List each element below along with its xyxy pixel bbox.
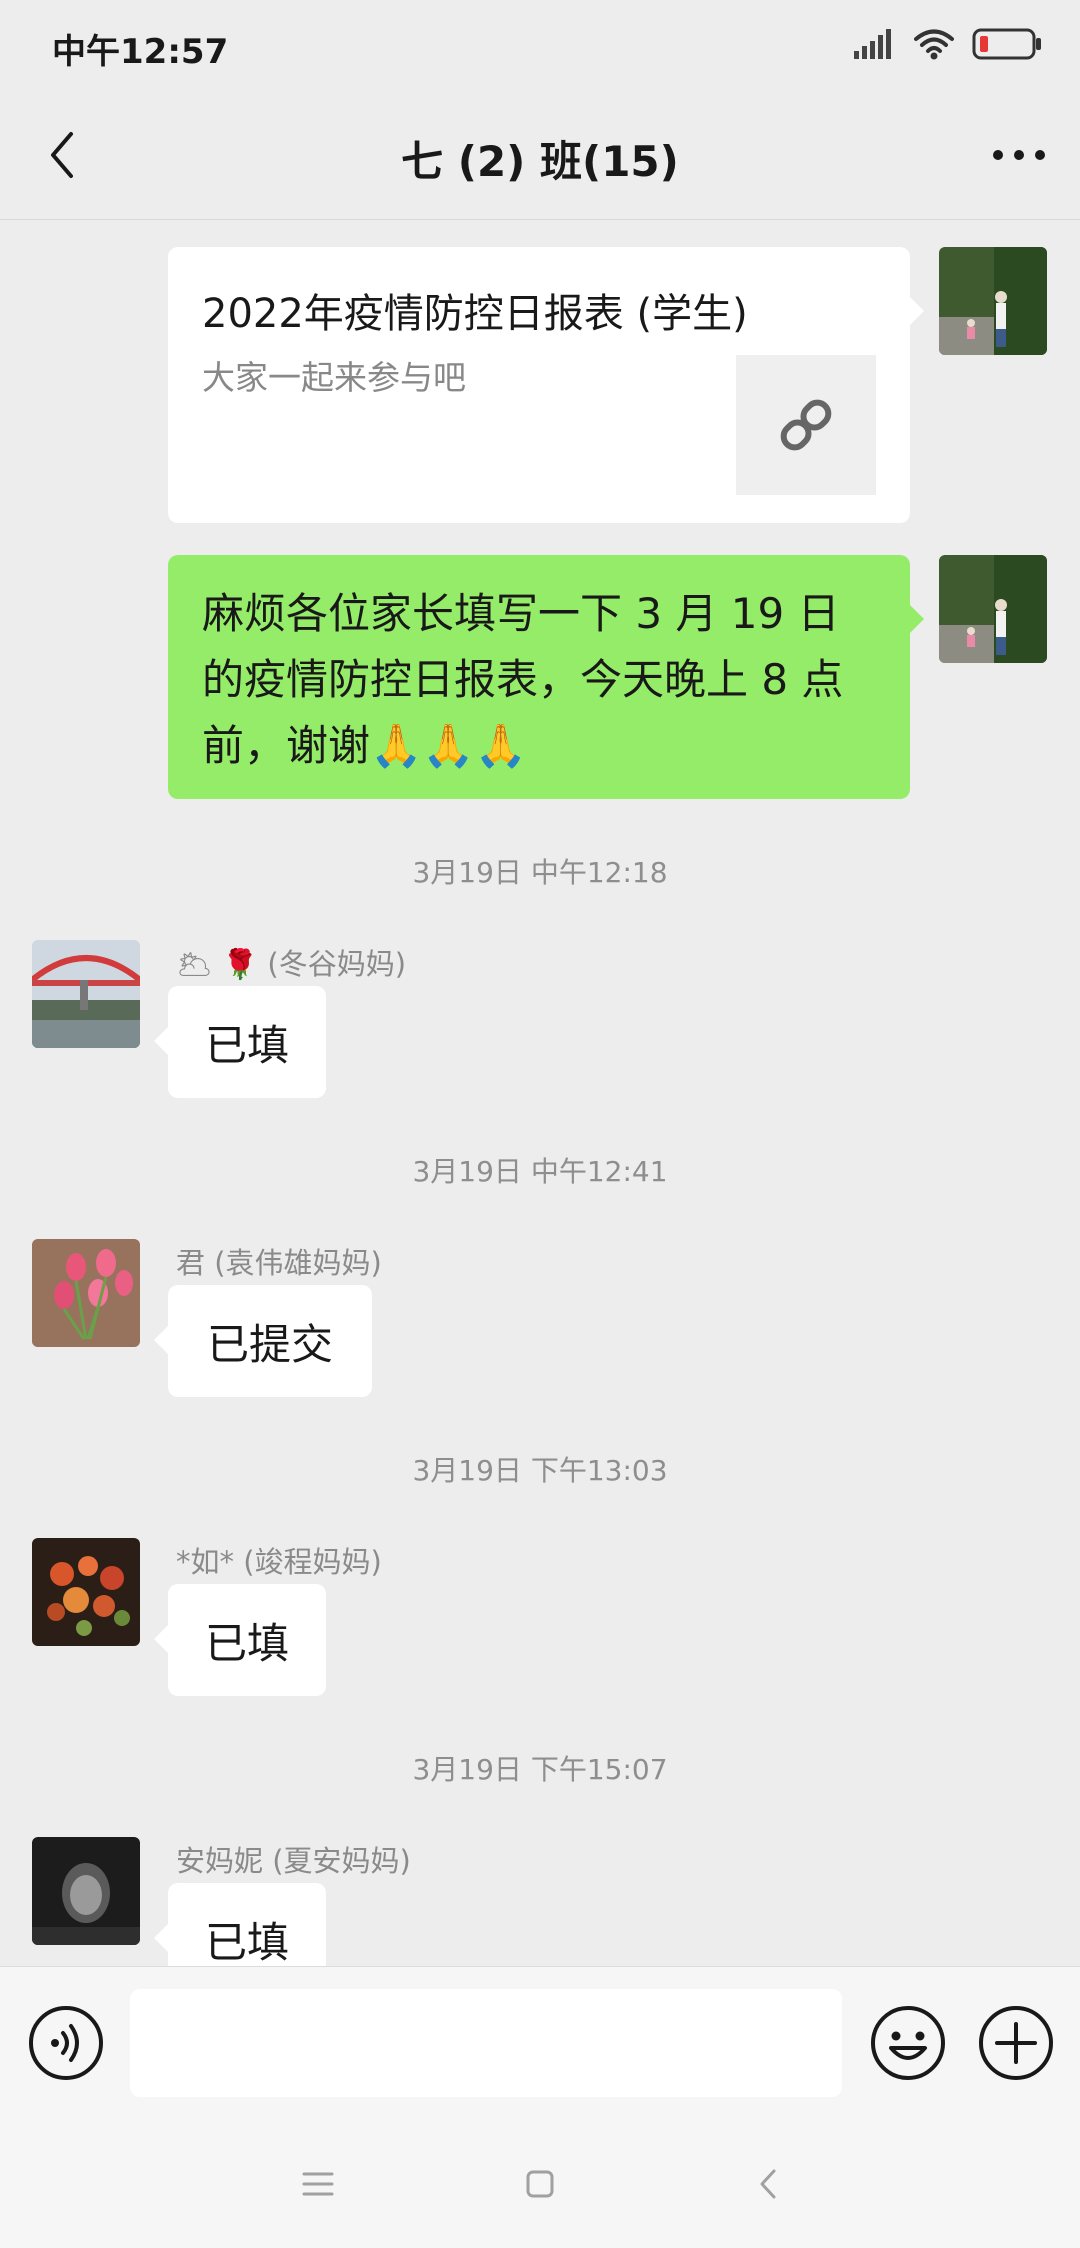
- voice-icon: [29, 2006, 103, 2080]
- timestamp: 3月19日 下午15:07: [412, 1753, 668, 1786]
- bubble-tail: [154, 1924, 168, 1952]
- home-icon: [526, 2170, 554, 2198]
- pray-emoji-icon: 🙏🙏🙏: [370, 721, 527, 770]
- chat-messages[interactable]: 2022年疫情防控日报表 (学生) 大家一起来参与吧 麻烦各位家长填写一下 3 …: [0, 221, 1080, 1966]
- input-bar: [0, 1966, 1080, 2118]
- reply-bubble[interactable]: 已提交: [168, 1285, 372, 1397]
- sender-name: 君 (袁伟雄妈妈): [176, 1246, 382, 1280]
- link-card-title: 2022年疫情防控日报表 (学生): [202, 291, 748, 337]
- battery-icon: [972, 27, 1042, 65]
- message-line: 前，谢谢🙏🙏🙏: [202, 721, 527, 770]
- own-avatar[interactable]: [939, 555, 1047, 663]
- sender-name: 安妈妮 (夏安妈妈): [176, 1844, 411, 1878]
- message-text: 已提交: [206, 1319, 333, 1369]
- link-icon: [780, 399, 832, 451]
- more-icon: [993, 150, 1045, 160]
- bubble-tail: [154, 1625, 168, 1653]
- status-bar: 中午12:57: [0, 0, 1080, 90]
- message-line: 麻烦各位家长填写一下 3 月 19 日: [202, 589, 840, 638]
- bubble-tail: [910, 605, 924, 633]
- message-input[interactable]: [130, 1989, 842, 2097]
- chat-title: 七 (2) 班(15): [401, 137, 679, 186]
- timestamp: 3月19日 中午12:41: [412, 1155, 668, 1188]
- message-line: 的疫情防控日报表，今天晚上 8 点: [202, 655, 844, 704]
- member-avatar[interactable]: [32, 940, 140, 1048]
- member-avatar[interactable]: [32, 1239, 140, 1347]
- member-avatar[interactable]: [32, 1837, 140, 1945]
- chat-header: 七 (2) 班(15): [0, 90, 1080, 220]
- plus-circle-icon: [979, 2006, 1053, 2080]
- status-icons: [854, 26, 1042, 66]
- link-card[interactable]: 2022年疫情防控日报表 (学生) 大家一起来参与吧: [168, 247, 910, 523]
- member-avatar[interactable]: [32, 1538, 140, 1646]
- bubble-tail: [154, 1027, 168, 1055]
- message-text: 已填: [204, 1917, 289, 1967]
- reply-bubble[interactable]: 已填: [168, 986, 326, 1098]
- system-navigation-bar: [0, 2118, 1080, 2248]
- status-time: 中午12:57: [52, 32, 229, 72]
- smiley-icon: [871, 2006, 945, 2080]
- message-text: 已填: [204, 1020, 289, 1070]
- reply-bubble[interactable]: 已填: [168, 1584, 326, 1696]
- timestamp: 3月19日 下午13:03: [412, 1454, 668, 1487]
- more-button[interactable]: [984, 120, 1054, 190]
- add-button[interactable]: [974, 2001, 1058, 2085]
- wifi-icon: [914, 28, 954, 64]
- weather-rose-icon: 🌥 🌹: [176, 947, 259, 981]
- own-avatar[interactable]: [939, 247, 1047, 355]
- emoji-button[interactable]: [866, 2001, 950, 2085]
- menu-icon: [302, 2172, 334, 2196]
- menu-button[interactable]: [288, 2154, 348, 2214]
- timestamp: 3月19日 中午12:18: [412, 856, 668, 889]
- system-back-button[interactable]: [738, 2154, 798, 2214]
- bubble-tail: [154, 1326, 168, 1354]
- sender-name: 🌥 🌹 (冬谷妈妈): [176, 947, 407, 981]
- message-text: 已填: [204, 1618, 289, 1668]
- own-message-bubble[interactable]: 麻烦各位家长填写一下 3 月 19 日 的疫情防控日报表，今天晚上 8 点 前，…: [168, 555, 910, 799]
- sender-name: *如* (竣程妈妈): [176, 1545, 382, 1579]
- link-thumbnail: [736, 355, 876, 495]
- back-icon: [760, 2169, 776, 2199]
- home-button[interactable]: [510, 2154, 570, 2214]
- bubble-tail: [910, 297, 924, 325]
- voice-button[interactable]: [24, 2001, 108, 2085]
- signal-icon: [854, 29, 896, 63]
- link-card-description: 大家一起来参与吧: [202, 358, 466, 397]
- reply-bubble[interactable]: 已填: [168, 1883, 326, 1966]
